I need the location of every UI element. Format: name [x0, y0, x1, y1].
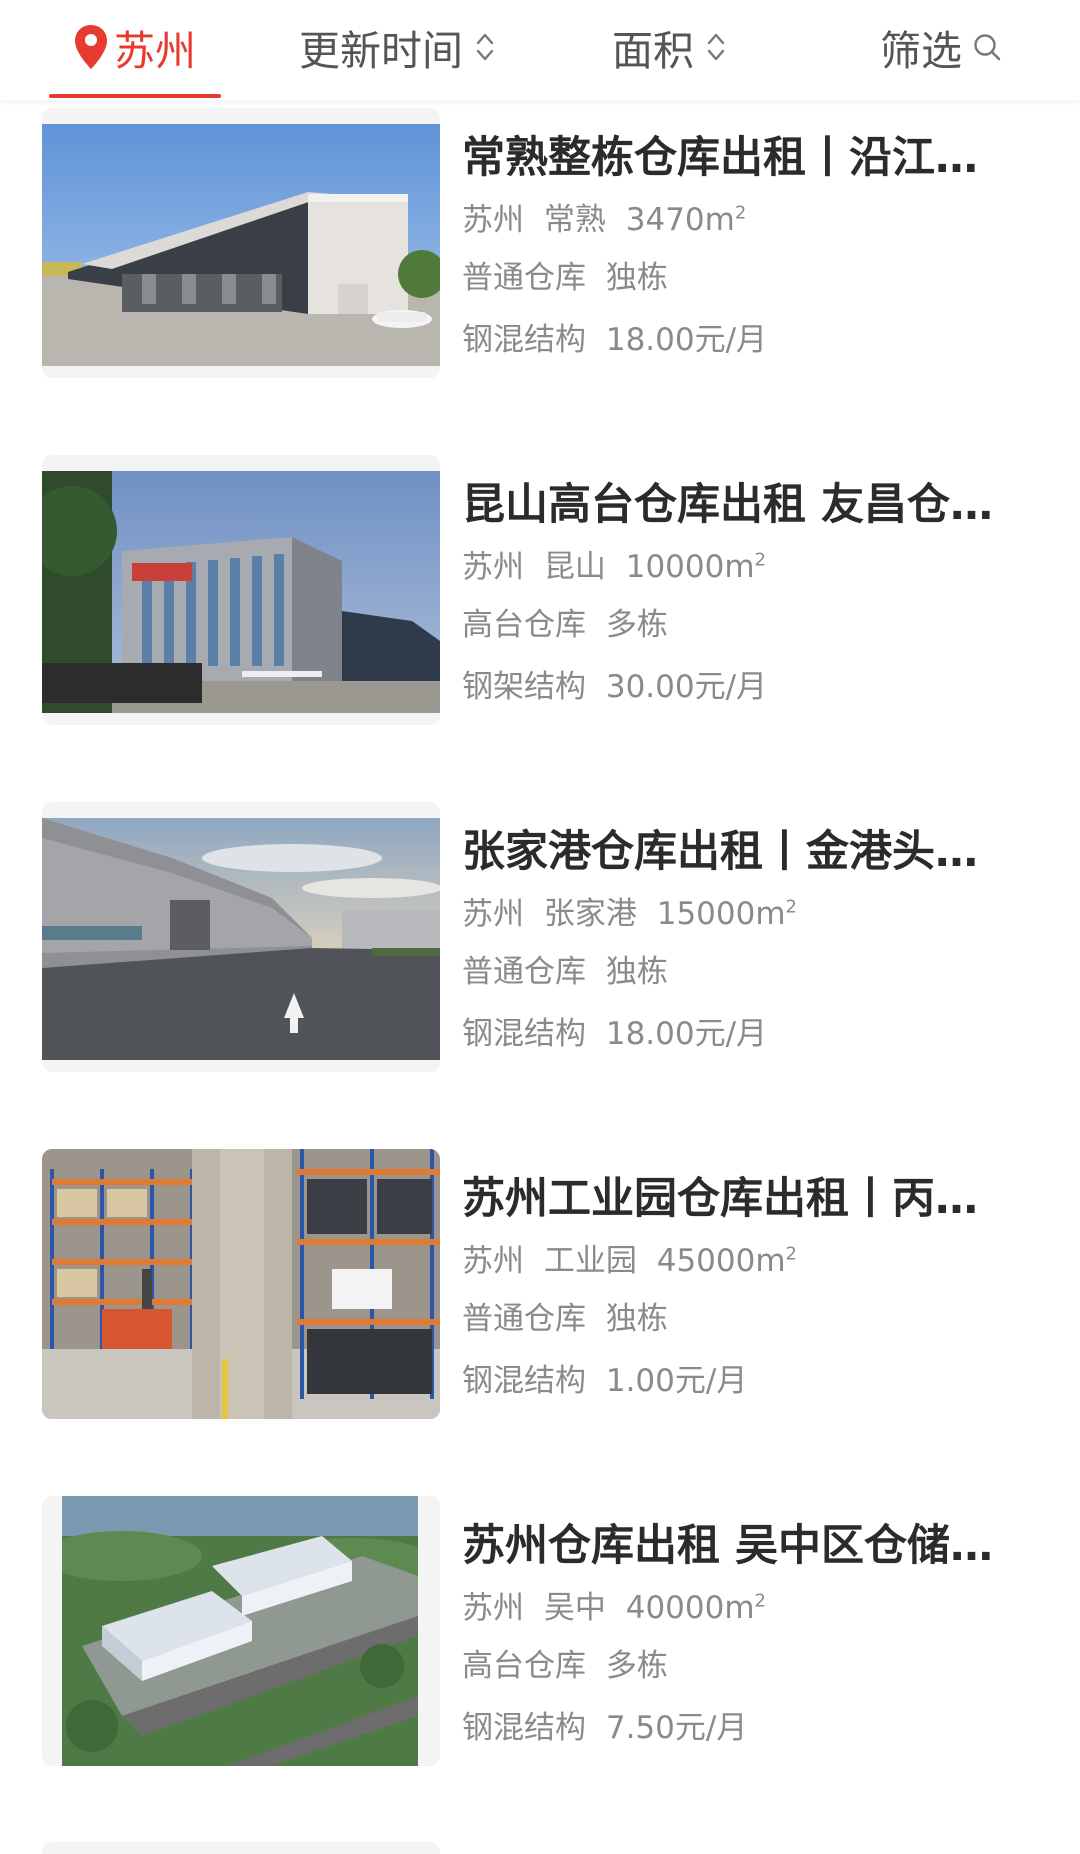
structure-type: 钢混结构: [462, 1710, 586, 1746]
listing-district: 吴中: [543, 1590, 606, 1627]
area-unit-sup: 2: [785, 897, 797, 918]
listing-area: 10000m2: [626, 549, 766, 585]
listing-thumbnail: [42, 802, 440, 1072]
listing-type: 高台仓库 多栋: [462, 603, 668, 647]
area-unit-sup: 2: [785, 1244, 797, 1265]
listing-card[interactable]: 昆山高台仓库出租 友昌仓储物流园 苏州 昆山 10000m2 高台仓库 多栋 钢…: [0, 455, 1080, 775]
listing-location: 苏州 吴中 40000m2: [462, 1580, 766, 1630]
filter-bar: 苏州 更新时间 面积 筛选: [0, 0, 1080, 100]
next-listing-thumbnail: [42, 1842, 440, 1854]
listing-district: 张家港: [543, 896, 637, 933]
listing-price: 钢混结构 7.50元/月: [462, 1706, 747, 1750]
listing-type: 普通仓库 独栋: [462, 256, 668, 300]
building-type: 独栋: [605, 1301, 668, 1337]
listing-price: 钢混结构 1.00元/月: [462, 1359, 747, 1403]
area-unit-sup: 2: [754, 550, 766, 571]
listing-card[interactable]: 张家港仓库出租丨金港头厂房仓库 苏州 张家港 15000m2 普通仓库 独栋 钢…: [0, 802, 1080, 1122]
city-selector[interactable]: 苏州: [74, 0, 196, 94]
listing-type: 高台仓库 多栋: [462, 1644, 668, 1688]
area-unit-sup: 2: [754, 1591, 766, 1612]
listing-price: 钢混结构 18.00元/月: [462, 318, 767, 362]
listing-title: 苏州仓库出租 吴中区仓储物流园: [462, 1521, 1014, 1571]
filter-label: 筛选: [880, 27, 962, 75]
area-value: 15000m: [656, 896, 786, 933]
price-value: 7.50元/月: [605, 1710, 748, 1746]
listing-thumbnail: [42, 455, 440, 725]
structure-type: 钢混结构: [462, 322, 586, 358]
listing-city: 苏州: [462, 1243, 524, 1280]
listing-location: 苏州 昆山 10000m2: [462, 539, 766, 589]
building-type: 多栋: [605, 607, 668, 643]
listing-type: 普通仓库 独栋: [462, 1297, 668, 1341]
listing-title: 张家港仓库出租丨金港头厂房仓库: [462, 827, 1014, 877]
warehouse-type: 高台仓库: [462, 607, 586, 643]
listing-title: 苏州工业园仓库出租丨丙二类仓库: [462, 1174, 1014, 1224]
sort-area-label: 面积: [612, 27, 694, 75]
listing-city: 苏州: [462, 549, 524, 586]
structure-type: 钢混结构: [462, 1016, 586, 1052]
warehouse-type: 普通仓库: [462, 954, 586, 990]
aerial-rendering-photo: [62, 1496, 418, 1766]
office-building-photo: [42, 471, 440, 713]
warehouse-type: 普通仓库: [462, 1301, 586, 1337]
area-value: 40000m: [625, 1590, 755, 1627]
building-type: 独栋: [605, 954, 668, 990]
structure-type: 钢架结构: [462, 669, 586, 705]
area-value: 3470m: [625, 202, 735, 239]
building-type: 独栋: [605, 260, 668, 296]
listing-area: 15000m2: [657, 896, 797, 932]
listing-area: 45000m2: [657, 1243, 797, 1279]
sort-by-area[interactable]: 面积: [612, 0, 728, 94]
listing-title: 昆山高台仓库出租 友昌仓储物流园: [462, 480, 1014, 530]
search-icon: [974, 34, 1001, 61]
listing-price: 钢架结构 30.00元/月: [462, 665, 767, 709]
listing-area: 3470m2: [626, 202, 747, 238]
location-pin-icon: [75, 25, 107, 69]
listing-location: 苏州 工业园 45000m2: [462, 1233, 797, 1283]
listing-card[interactable]: 苏州工业园仓库出租丨丙二类仓库 苏州 工业园 45000m2 普通仓库 独栋 钢…: [0, 1149, 1080, 1469]
area-value: 10000m: [625, 549, 755, 586]
price-value: 1.00元/月: [605, 1363, 748, 1399]
warehouse-road-photo: [42, 818, 440, 1060]
listing-thumbnail: [42, 108, 440, 378]
listing-type: 普通仓库 独栋: [462, 950, 668, 994]
sort-by-update-time[interactable]: 更新时间: [299, 0, 497, 94]
area-unit-sup: 2: [734, 203, 747, 224]
price-value: 18.00元/月: [605, 322, 768, 358]
listing-area: 40000m2: [626, 1590, 766, 1626]
listing-district: 常熟: [543, 202, 606, 239]
sort-time-label: 更新时间: [299, 27, 463, 75]
listing-card[interactable]: 常熟整栋仓库出租丨沿江高速附近 苏州 常熟 3470m2 普通仓库 独栋 钢混结…: [0, 108, 1080, 428]
listing-location: 苏州 张家港 15000m2: [462, 886, 797, 936]
building-type: 多栋: [605, 1648, 668, 1684]
price-value: 30.00元/月: [605, 669, 768, 705]
listing-price: 钢混结构 18.00元/月: [462, 1012, 767, 1056]
listing-thumbnail: [42, 1149, 440, 1419]
listing-city: 苏州: [462, 1590, 524, 1627]
listing-district: 工业园: [543, 1243, 637, 1280]
listing-city: 苏州: [462, 896, 524, 933]
warehouse-exterior-photo: [42, 124, 440, 366]
area-value: 45000m: [656, 1243, 786, 1280]
active-tab-indicator: [49, 94, 221, 98]
city-label: 苏州: [114, 27, 196, 75]
sort-arrows-icon: [707, 33, 725, 61]
warehouse-interior-racks-photo: [42, 1149, 440, 1419]
listing-location: 苏州 常熟 3470m2: [462, 192, 746, 242]
listing-thumbnail: [42, 1496, 440, 1766]
filter-button[interactable]: 筛选: [880, 0, 1002, 94]
listing-card[interactable]: 苏州仓库出租 吴中区仓储物流园 苏州 吴中 40000m2 高台仓库 多栋 钢混…: [0, 1496, 1080, 1816]
sort-arrows-icon: [476, 33, 494, 61]
warehouse-listing-page: 苏州 更新时间 面积 筛选 常熟整栋仓库出租丨沿江高速 苏州 常熟 3470m2…: [0, 0, 1080, 1854]
price-value: 18.00元/月: [605, 1016, 768, 1052]
warehouse-type: 普通仓库: [462, 260, 586, 296]
listing-title: 常熟整栋仓库出租丨沿江高速附近: [462, 133, 1014, 183]
listing-district: 昆山: [543, 549, 606, 586]
structure-type: 钢混结构: [462, 1363, 586, 1399]
listing-city: 苏州: [462, 202, 524, 239]
warehouse-type: 高台仓库: [462, 1648, 586, 1684]
